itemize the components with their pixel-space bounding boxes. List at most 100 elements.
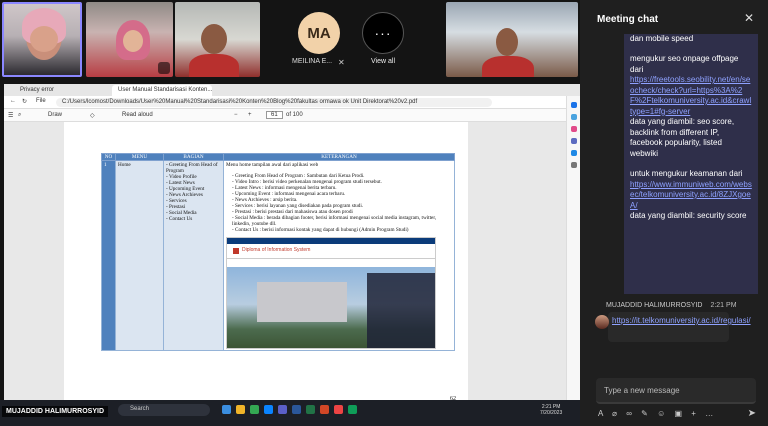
apps-icon[interactable]: + bbox=[691, 409, 696, 418]
meeting-stage: MA MEILINA E... ✕ ··· View all Privacy e… bbox=[0, 0, 580, 426]
chat-message: https://it.telkomuniversity.ac.id/regula… bbox=[608, 312, 751, 342]
url-field[interactable]: C:/Users/lcomost/Downloads/User%20Manual… bbox=[56, 98, 492, 107]
list-item: Contact Us : berisi informasi kontak yan… bbox=[232, 227, 452, 233]
emoji-icon[interactable]: ☺ bbox=[657, 409, 665, 418]
participant-video-4[interactable] bbox=[446, 2, 578, 77]
col-header-no: NO bbox=[101, 153, 116, 161]
app-icon[interactable] bbox=[334, 405, 343, 414]
teams-icon[interactable] bbox=[278, 405, 287, 414]
bing-icon[interactable] bbox=[570, 102, 577, 108]
chrome-icon[interactable] bbox=[250, 405, 259, 414]
chat-message: id/frahv9ddtd?form_factor=desktopdata ya… bbox=[624, 0, 758, 294]
avatar[interactable]: MA bbox=[298, 12, 340, 54]
draw-button[interactable]: Draw bbox=[48, 112, 62, 118]
folder-icon[interactable] bbox=[236, 405, 245, 414]
more-dots-icon[interactable]: ··· bbox=[362, 12, 404, 54]
message-link[interactable]: https://freetools.seobility.net/en/seoch… bbox=[630, 75, 752, 117]
screenshot-title: Diploma of Information System bbox=[242, 247, 311, 253]
screenshot-topbar bbox=[227, 238, 435, 244]
back-icon[interactable]: ← bbox=[10, 98, 16, 104]
row-bagian: Greeting From Head of Program Video Prof… bbox=[163, 160, 224, 351]
message-sender: MUJADDID HALIMURROSYID 2:21 PM bbox=[606, 302, 737, 309]
attach-icon[interactable]: ⌀ bbox=[612, 409, 617, 418]
taskbar-search[interactable]: Search bbox=[118, 404, 210, 416]
message-time: 2:21 PM bbox=[710, 302, 737, 309]
format-icon[interactable]: A bbox=[598, 409, 603, 418]
chat-title: Meeting chat bbox=[597, 14, 659, 25]
tab-user-manual[interactable]: User Manual Standarisasi Konten... bbox=[112, 85, 212, 96]
message-link[interactable]: https://www.immuniweb.com/websec/telkomu… bbox=[630, 180, 752, 212]
university-logo bbox=[233, 248, 239, 254]
edge-icon[interactable] bbox=[264, 405, 273, 414]
participant-strip: MA MEILINA E... ✕ ··· View all bbox=[0, 0, 580, 79]
pdf-toolbar: ☰ ⌕ Draw ◇ Read aloud − + 61 of 100 bbox=[4, 109, 566, 122]
message-gap bbox=[630, 44, 752, 54]
website-screenshot: Diploma of Information System bbox=[226, 237, 436, 349]
presenter-name: MUJADDID HALIMURROSYID bbox=[2, 406, 108, 417]
read-aloud-button[interactable]: Read aloud bbox=[122, 112, 153, 118]
address-bar: ← ↻ File C:/Users/lcomost/Downloads/User… bbox=[4, 96, 580, 109]
page-total: of 100 bbox=[286, 112, 303, 118]
sender-name: MUJADDID HALIMURROSYID bbox=[606, 302, 703, 309]
loop-icon[interactable]: ∞ bbox=[626, 409, 632, 418]
sticker-icon[interactable]: ✎ bbox=[641, 409, 648, 418]
tools-icon[interactable] bbox=[570, 138, 577, 144]
divider bbox=[227, 258, 435, 259]
avatar bbox=[595, 315, 609, 329]
close-icon[interactable]: ✕ bbox=[744, 11, 754, 25]
taskbar-clock: 2:21 PM 7/20/2023 bbox=[540, 404, 562, 416]
powerpoint-icon[interactable] bbox=[320, 405, 329, 414]
outlook-icon[interactable] bbox=[570, 150, 577, 156]
page-number-input[interactable]: 61 bbox=[266, 111, 283, 119]
col-header-keterangan: KETERANGAN bbox=[223, 153, 455, 161]
refresh-icon[interactable]: ↻ bbox=[22, 98, 27, 105]
participant-shirt bbox=[189, 54, 239, 77]
menu-icon[interactable]: ☰ bbox=[8, 112, 13, 119]
view-all-button[interactable]: View all bbox=[371, 58, 395, 65]
bagian-list: Greeting From Head of Program Video Prof… bbox=[166, 162, 221, 222]
col-header-menu: MENU bbox=[115, 153, 164, 161]
message-gap bbox=[630, 159, 752, 169]
tab-privacy-error[interactable]: Privacy error bbox=[14, 85, 60, 96]
browser-tab-strip: Privacy error User Manual Standarisasi K… bbox=[4, 84, 580, 96]
list-item: Social Media : berada dibagian footer, b… bbox=[232, 215, 452, 227]
search-icon[interactable] bbox=[570, 114, 577, 120]
list-item: Contact Us bbox=[166, 216, 221, 222]
more-icon[interactable]: … bbox=[705, 409, 713, 418]
message-text: data yang diambil: seo score, backlink f… bbox=[630, 117, 735, 158]
shopping-icon[interactable] bbox=[570, 126, 577, 132]
keterangan-list: Greeting From Head of Program : Sambutan… bbox=[232, 173, 452, 233]
word-icon[interactable] bbox=[292, 405, 301, 414]
eraser-icon[interactable]: ◇ bbox=[90, 112, 95, 119]
message-input[interactable]: Type a new message bbox=[596, 378, 756, 404]
excel-icon[interactable] bbox=[306, 405, 315, 414]
add-icon[interactable] bbox=[570, 162, 577, 168]
message-text: data yang diambil: security score bbox=[630, 211, 747, 220]
app-icon[interactable] bbox=[348, 405, 357, 414]
row-menu: Home bbox=[115, 160, 164, 351]
file-label: File bbox=[36, 98, 46, 104]
compose-toolbar: A ⌀ ∞ ✎ ☺ ▣ + … bbox=[598, 409, 713, 418]
search-icon[interactable]: ⌕ bbox=[18, 112, 21, 119]
row-keterangan: Menu home tampilan awal dari aplikasi we… bbox=[223, 160, 455, 351]
col-header-bagian: BAGIAN bbox=[163, 153, 224, 161]
participant-video-3[interactable] bbox=[175, 2, 260, 77]
clock-date: 7/20/2023 bbox=[540, 410, 563, 416]
pdf-viewer[interactable]: NO MENU BAGIAN KETERANGAN 1 Home Greetin… bbox=[4, 122, 566, 406]
message-text: untuk mengukur keamanan dari bbox=[630, 169, 743, 178]
chat-header: Meeting chat ✕ bbox=[580, 0, 768, 34]
gif-icon[interactable]: ▣ bbox=[674, 409, 682, 418]
mic-off-icon bbox=[158, 62, 170, 74]
participant-video-2[interactable] bbox=[86, 2, 173, 77]
mic-off-icon: ✕ bbox=[338, 58, 345, 67]
send-icon[interactable]: ➤ bbox=[748, 408, 756, 419]
zoom-out-icon[interactable]: − bbox=[234, 112, 238, 118]
keterangan-intro: Menu home tampilan awal dari aplikasi we… bbox=[226, 162, 319, 168]
hero-overlay bbox=[367, 273, 435, 348]
message-link[interactable]: https://it.telkomuniversity.ac.id/regula… bbox=[612, 316, 751, 325]
taskview-icon[interactable] bbox=[222, 405, 231, 414]
building-image bbox=[257, 282, 347, 322]
zoom-in-icon[interactable]: + bbox=[248, 112, 252, 118]
menu-table: NO MENU BAGIAN KETERANGAN 1 Home Greetin… bbox=[101, 153, 455, 351]
participant-video-1[interactable] bbox=[2, 2, 82, 77]
